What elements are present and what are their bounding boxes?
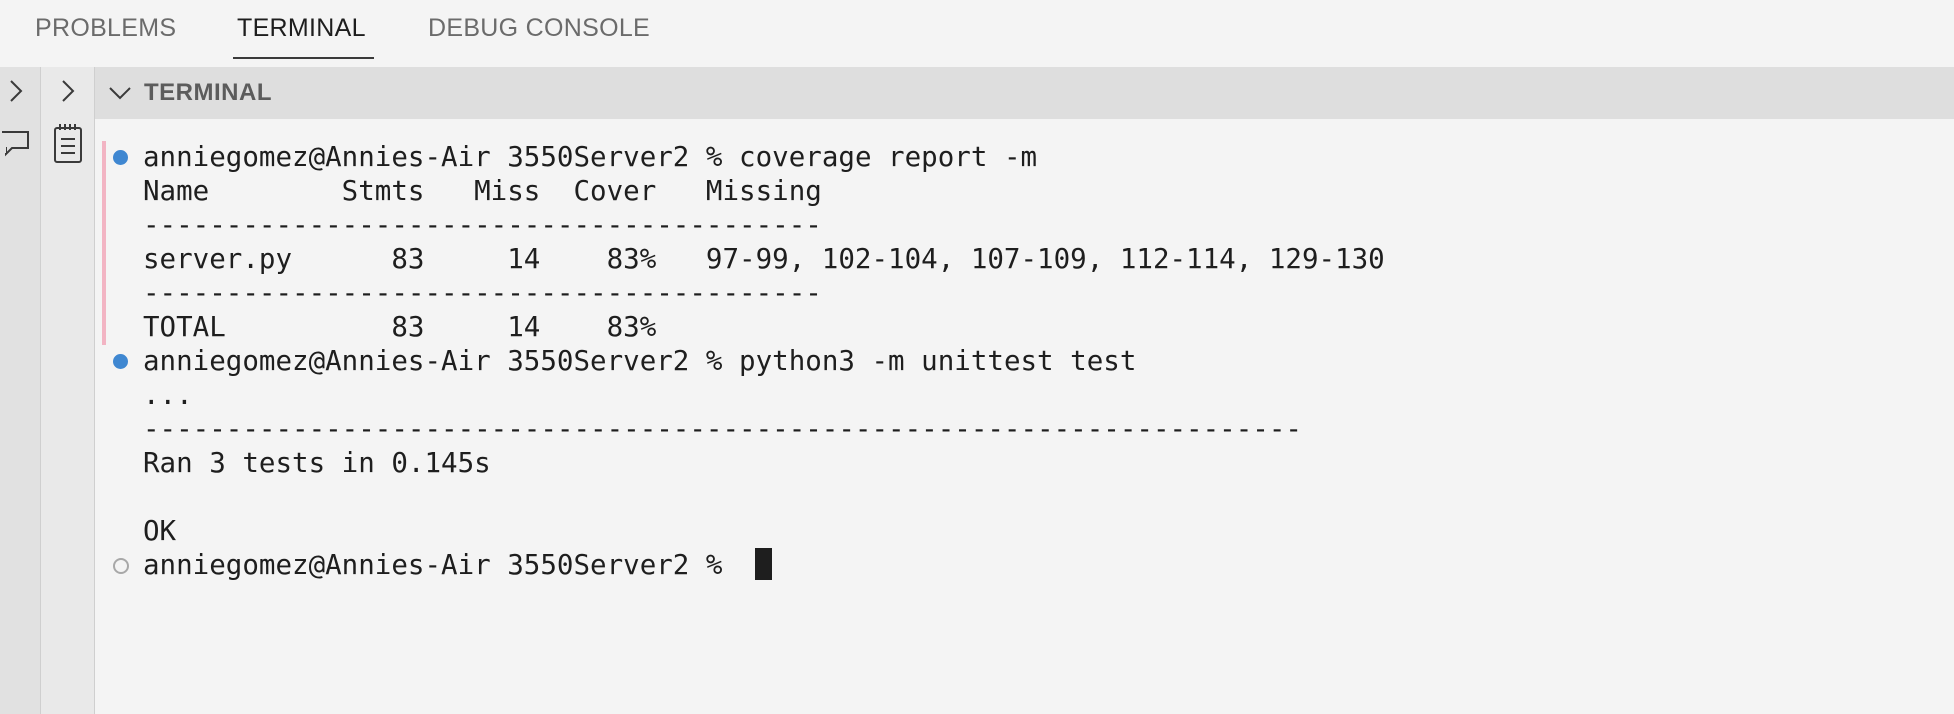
panel-title: TERMINAL [144, 79, 272, 106]
command-success-dot[interactable] [113, 354, 128, 369]
chevron-right-icon[interactable] [6, 78, 26, 109]
command-input: coverage report -m [739, 141, 1038, 173]
command-input: python3 -m unittest test [739, 345, 1137, 377]
prompt-text: anniegomez@Annies-Air 3550Server2 % [143, 345, 723, 377]
chevron-right-icon[interactable] [58, 78, 78, 109]
tab-debug-console[interactable]: DEBUG CONSOLE [428, 0, 650, 58]
command-line-1: anniegomez@Annies-Air 3550Server2 % cove… [143, 140, 1037, 174]
output-line: Name Stmts Miss Cover Missing [143, 175, 822, 207]
terminal-cursor[interactable] [755, 548, 772, 580]
notepad-icon[interactable] [53, 122, 83, 169]
output-line: Ran 3 tests in 0.145s [143, 447, 491, 479]
tab-problems[interactable]: PROBLEMS [35, 0, 176, 58]
command-idle-dot[interactable] [113, 558, 129, 574]
command-marker [102, 141, 106, 345]
prompt-text: anniegomez@Annies-Air 3550Server2 % [143, 141, 723, 173]
output-line: OK [143, 515, 177, 547]
active-tab-indicator [233, 57, 374, 59]
panel-tab-bar: PROBLEMS TERMINAL DEBUG CONSOLE [0, 0, 1954, 67]
command-line-2: anniegomez@Annies-Air 3550Server2 % pyth… [143, 344, 1136, 378]
output-line: ... [143, 379, 193, 411]
command-success-dot[interactable] [113, 150, 128, 165]
output-line: TOTAL 83 14 83% [143, 311, 657, 343]
tab-terminal[interactable]: TERMINAL [237, 0, 366, 58]
chevron-down-icon[interactable] [107, 82, 133, 109]
terminal-panel-header: TERMINAL [95, 67, 1954, 119]
current-prompt: anniegomez@Annies-Air 3550Server2 % [143, 549, 723, 581]
chat-icon[interactable] [0, 126, 32, 165]
output-line: server.py 83 14 83% 97-99, 102-104, 107-… [143, 243, 1385, 275]
output-line: ----------------------------------------… [143, 413, 1302, 445]
output-line: ----------------------------------------… [143, 209, 822, 241]
output-line: ----------------------------------------… [143, 277, 822, 309]
